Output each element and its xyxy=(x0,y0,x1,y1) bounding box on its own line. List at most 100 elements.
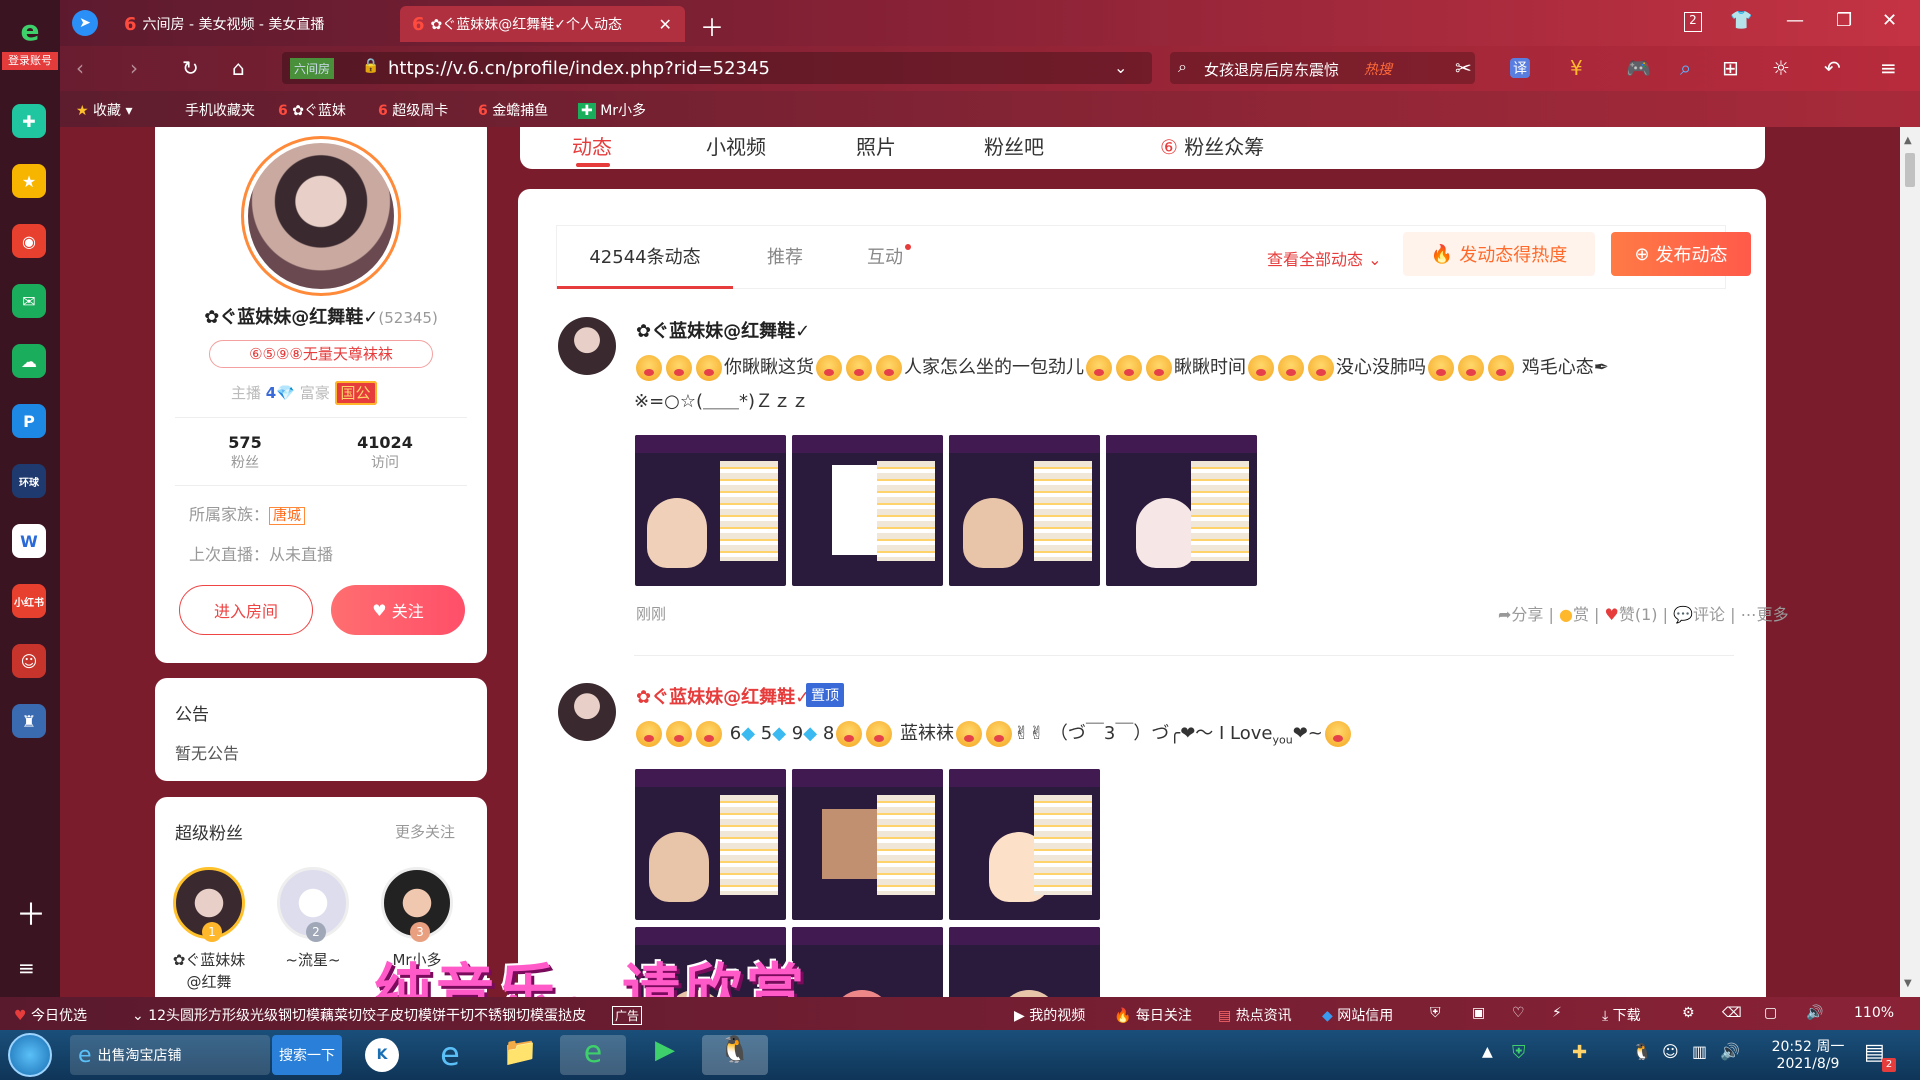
bookmark-lanmeimei[interactable]: 6 ✿ぐ蓝妹 xyxy=(278,100,346,120)
tab-photos[interactable]: 照片 xyxy=(856,131,896,160)
bookmark-super-card[interactable]: 6 超级周卡 xyxy=(378,100,448,120)
search-button[interactable]: 搜索一下 xyxy=(272,1035,342,1075)
xiaohongshu-icon[interactable]: 小红书 xyxy=(12,584,46,618)
enter-room-button[interactable]: 进入房间 xyxy=(179,585,313,635)
super-fan-2[interactable]: 2 ~流星~ xyxy=(275,867,351,970)
plus-app-icon[interactable]: ✚ xyxy=(12,104,46,138)
login-account-button[interactable]: 登录账号 xyxy=(2,52,58,70)
scissors-icon[interactable]: ✂ xyxy=(1455,56,1472,80)
volume-icon[interactable]: 🔊 xyxy=(1806,1005,1823,1021)
comment-button[interactable]: 💬评论 xyxy=(1673,605,1725,624)
my-video-link[interactable]: ▶ 我的视频 xyxy=(1014,1005,1085,1025)
p-app-icon[interactable]: P xyxy=(12,404,46,438)
star-favorites-icon[interactable]: ★ xyxy=(12,164,46,198)
post-image[interactable] xyxy=(1106,435,1257,586)
folder-icon[interactable]: 📁 xyxy=(490,1035,550,1075)
bookmark-fishing[interactable]: 6 金蟾捕鱼 xyxy=(478,100,548,120)
post-image[interactable] xyxy=(792,769,943,920)
bookmark-mr-xiaoduo[interactable]: ✚ Mr小多 xyxy=(578,100,646,120)
scroll-up-icon[interactable]: ▲ xyxy=(1904,135,1912,146)
hot-post-button[interactable]: 🔥 发动态得热度 xyxy=(1403,232,1595,276)
game-character-icon[interactable]: ☺ xyxy=(12,644,46,678)
search-input[interactable]: 女孩退房后房东震惊 xyxy=(1204,59,1339,80)
shield-icon[interactable]: ⛨ xyxy=(1430,1005,1441,1021)
more-follow-link[interactable]: 更多关注 xyxy=(395,821,455,842)
post-author[interactable]: ✿ぐ蓝妹妹@红舞鞋✓ xyxy=(636,683,810,709)
post-image[interactable] xyxy=(949,435,1100,586)
window-count-badge[interactable]: 2 xyxy=(1684,12,1702,32)
tab-all-dynamics[interactable]: 42544条动态 xyxy=(557,226,733,286)
site-credit-link[interactable]: ◆ 网站信用 xyxy=(1322,1005,1393,1025)
minimize-icon[interactable]: — xyxy=(1786,10,1804,31)
castle-game-icon[interactable]: ♜ xyxy=(12,704,46,738)
video-player-icon[interactable]: ▶ xyxy=(632,1035,698,1075)
post-dynamic-button[interactable]: ⊕ 发布动态 xyxy=(1611,232,1751,276)
weibo-icon[interactable]: ◉ xyxy=(12,224,46,258)
main-menu-icon[interactable]: ≡ xyxy=(1880,56,1897,80)
dropdown-icon[interactable]: ⌄ xyxy=(1114,58,1127,77)
browser-2345-icon[interactable]: e xyxy=(560,1035,626,1075)
bookmark-favorites[interactable]: ★ 收藏 ▾ xyxy=(76,100,133,120)
fans-stat[interactable]: 575 粉丝 xyxy=(205,433,285,472)
super-fan-1[interactable]: 1 ✿ぐ蓝妹妹@红舞 xyxy=(171,867,247,993)
network-icon[interactable]: ⚙ xyxy=(1682,1005,1695,1021)
post-image[interactable] xyxy=(949,769,1100,920)
network-tray-icon[interactable]: ▥ xyxy=(1692,1042,1707,1061)
post-image[interactable] xyxy=(792,927,943,997)
document-icon[interactable]: W xyxy=(12,524,46,558)
navigate-icon[interactable]: ➤ xyxy=(72,10,98,36)
search-box[interactable]: ⌕ 女孩退房后房东震惊 热搜 xyxy=(1170,52,1475,84)
k-app-icon[interactable]: K xyxy=(352,1035,412,1075)
magnifier-icon[interactable]: ⌕ xyxy=(1680,56,1691,80)
bookmark-mobile[interactable]: 手机收藏夹 xyxy=(185,100,255,120)
tab-dynamics[interactable]: 动态 xyxy=(572,131,612,160)
start-button[interactable] xyxy=(8,1033,52,1077)
daily-follow-link[interactable]: 🔥 每日关注 xyxy=(1114,1005,1192,1025)
user-tray-icon[interactable]: ☺ xyxy=(1662,1042,1679,1061)
security-tray-icon[interactable]: ⛨ xyxy=(1512,1042,1526,1063)
share-button[interactable]: ➦分享 xyxy=(1498,605,1543,624)
close-window-icon[interactable]: ✕ xyxy=(1882,10,1897,31)
post-image[interactable] xyxy=(792,435,943,586)
speed-icon[interactable]: ⚡ xyxy=(1552,1005,1562,1021)
avatar[interactable] xyxy=(241,136,401,296)
image-icon[interactable]: ▣ xyxy=(1472,1005,1485,1021)
tab-liujianfang[interactable]: 6 六间房 - 美女视频 - 美女直播 xyxy=(112,6,397,42)
ie-browser-icon[interactable]: e xyxy=(420,1035,480,1075)
forward-icon[interactable]: › xyxy=(130,56,138,80)
tab-profile[interactable]: 6 ✿ぐ蓝妹妹@红舞鞋✓个人动态 ✕ xyxy=(400,6,685,42)
post-avatar[interactable] xyxy=(558,317,616,375)
mail-icon[interactable]: ✉ xyxy=(12,284,46,318)
follow-button[interactable]: ♥ 关注 xyxy=(331,585,465,635)
close-tab-icon[interactable]: ✕ xyxy=(659,15,672,34)
address-bar[interactable]: 六间房 🔒 https://v.6.cn/profile/index.php?r… xyxy=(282,52,1152,84)
new-tab-icon[interactable]: ＋ xyxy=(700,8,724,43)
like-button[interactable]: ♥赞(1) xyxy=(1605,605,1658,624)
volume-tray-icon[interactable]: 🔊 xyxy=(1720,1042,1740,1061)
post-image[interactable] xyxy=(635,435,786,586)
post-avatar[interactable] xyxy=(558,683,616,741)
post-author[interactable]: ✿ぐ蓝妹妹@红舞鞋✓ xyxy=(636,317,810,343)
translate-icon[interactable]: 译 xyxy=(1510,58,1530,78)
view-all-dropdown[interactable]: 查看全部动态 ⌄ xyxy=(1267,246,1382,270)
back-icon[interactable]: ‹ xyxy=(76,56,84,80)
gamepad-icon[interactable]: 🎮 xyxy=(1626,56,1651,80)
zoom-level[interactable]: 110% xyxy=(1854,1005,1894,1021)
more-button[interactable]: ⋯更多 xyxy=(1741,605,1789,624)
post-image[interactable] xyxy=(949,927,1100,997)
qq-tray-icon[interactable]: 🐧 xyxy=(1632,1042,1652,1061)
tab-recommend[interactable]: 推荐 xyxy=(733,226,837,286)
tab-short-video[interactable]: 小视频 xyxy=(706,131,766,160)
cloud-icon[interactable]: ☁ xyxy=(12,344,46,378)
reward-button[interactable]: ●赏 xyxy=(1559,605,1589,624)
family-badge[interactable]: 唐城 xyxy=(269,507,306,525)
tab-interaction[interactable]: 互动 xyxy=(837,226,941,286)
restore-icon[interactable]: ❐ xyxy=(1836,10,1852,31)
tray-expand-icon[interactable]: ▲ xyxy=(1482,1044,1493,1060)
clock[interactable]: 20:52 周一 2021/8/9 xyxy=(1758,1036,1858,1072)
refresh-icon[interactable]: ↻ xyxy=(182,56,199,80)
taskbar-ie-window[interactable]: e 出售淘宝店铺 xyxy=(70,1035,270,1075)
tab-fan-forum[interactable]: 粉丝吧 xyxy=(984,131,1044,160)
home-icon[interactable]: ⌂ xyxy=(232,56,245,80)
tab-crowdfunding[interactable]: ⑥ 粉丝众筹 xyxy=(1160,131,1264,160)
